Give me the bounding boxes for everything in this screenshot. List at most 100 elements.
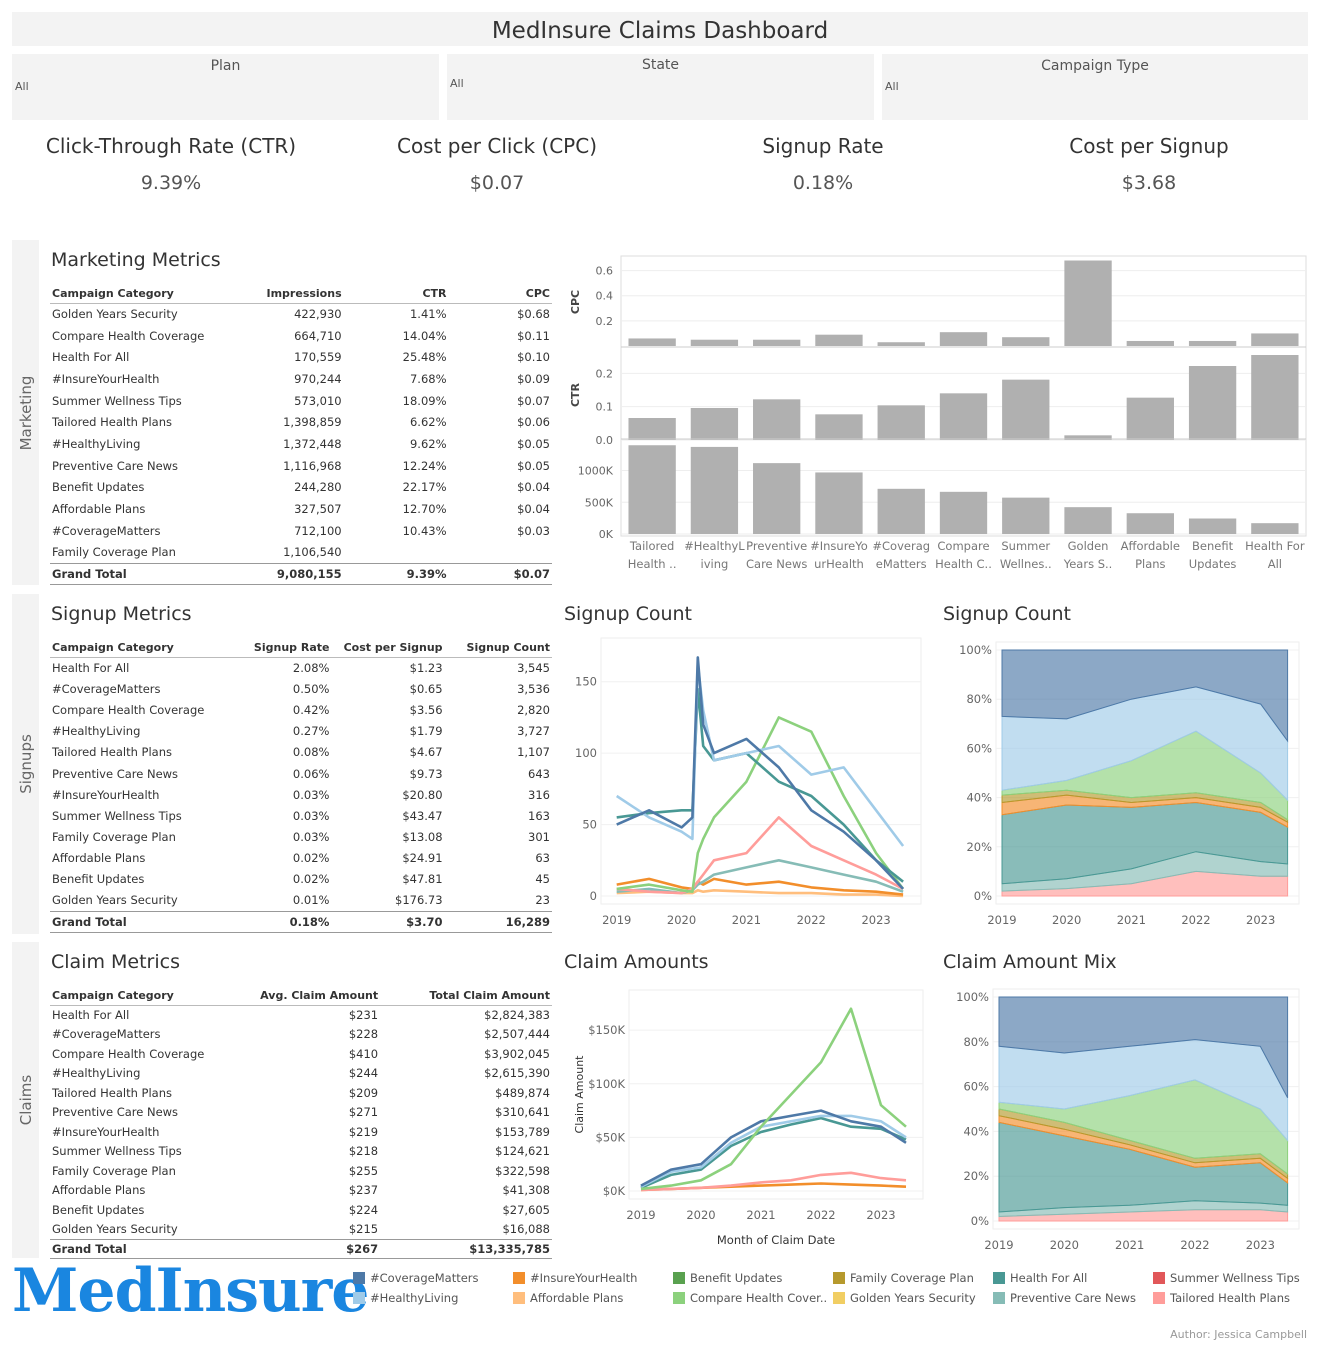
column-header[interactable]: Signup Rate (230, 639, 332, 658)
bar[interactable] (939, 332, 988, 346)
column-header[interactable]: CTR (343, 285, 449, 304)
series-line[interactable] (616, 656, 905, 890)
bar[interactable] (1002, 379, 1050, 440)
bar[interactable] (1188, 518, 1237, 534)
table-row[interactable]: Tailored Health Plans 1,398,859 6.62% $0.06 (50, 411, 552, 433)
table-row[interactable]: Summer Wellness Tips $218 $124,621 (50, 1142, 552, 1162)
bar[interactable] (877, 488, 925, 534)
legend-item[interactable]: Tailored Health Plans (1153, 1291, 1290, 1305)
bar[interactable] (690, 408, 739, 440)
table-row[interactable]: Benefit Updates 244,280 22.17% $0.04 (50, 477, 552, 499)
color-legend[interactable]: #CoverageMatters #InsureYourHealth Benefit… (353, 1271, 1309, 1315)
table-row[interactable]: Preventive Care News $271 $310,641 (50, 1103, 552, 1123)
bar[interactable] (753, 399, 801, 440)
bar[interactable] (628, 418, 676, 440)
column-header[interactable]: Campaign Category (50, 285, 237, 304)
series-line[interactable] (616, 687, 904, 883)
table-row[interactable]: Preventive Care News 1,116,968 12.24% $0.05 (50, 455, 552, 477)
column-header[interactable]: Signup Count (444, 639, 552, 658)
series-line[interactable] (640, 1116, 907, 1189)
state-filter-value[interactable]: All (450, 77, 464, 90)
bar[interactable] (877, 405, 925, 440)
legend-item[interactable]: Golden Years Security (833, 1291, 976, 1305)
table-row[interactable]: Affordable Plans $237 $41,308 (50, 1181, 552, 1201)
bar[interactable] (815, 414, 863, 440)
table-row[interactable]: #InsureYourHealth $219 $153,789 (50, 1122, 552, 1142)
legend-item[interactable]: #CoverageMatters (353, 1271, 479, 1285)
series-line[interactable] (616, 859, 904, 895)
table-row[interactable]: Affordable Plans 327,507 12.70% $0.04 (50, 498, 552, 520)
table-row[interactable]: Golden Years Security 0.01% $176.73 23 (50, 890, 552, 911)
table-row[interactable]: Compare Health Coverage $410 $3,902,045 (50, 1044, 552, 1064)
bar[interactable] (939, 393, 988, 440)
table-row[interactable]: Family Coverage Plan $255 $322,598 (50, 1161, 552, 1181)
bar[interactable] (939, 491, 988, 534)
bar[interactable] (1251, 333, 1299, 346)
bar[interactable] (753, 339, 801, 346)
table-row[interactable]: #HealthyLiving 1,372,448 9.62% $0.05 (50, 433, 552, 455)
legend-item[interactable]: Compare Health Cover.. (673, 1291, 827, 1305)
table-row[interactable]: #HealthyLiving 0.27% $1.79 3,727 (50, 721, 552, 742)
series-line[interactable] (640, 1007, 907, 1191)
table-row[interactable]: #CoverageMatters $228 $2,507,444 (50, 1025, 552, 1045)
table-row[interactable]: Summer Wellness Tips 0.03% $43.47 163 (50, 805, 552, 826)
legend-item[interactable]: Summer Wellness Tips (1153, 1271, 1300, 1285)
bar[interactable] (628, 338, 676, 346)
bar[interactable] (1251, 355, 1299, 440)
bar[interactable] (1188, 340, 1237, 346)
bar[interactable] (690, 339, 739, 346)
table-row[interactable]: Health For All $231 $2,824,383 (50, 1005, 552, 1025)
bar[interactable] (1064, 260, 1112, 346)
legend-item[interactable]: Benefit Updates (673, 1271, 782, 1285)
column-header[interactable]: Campaign Category (50, 987, 240, 1006)
bar[interactable] (877, 342, 925, 346)
table-row[interactable]: Tailored Health Plans $209 $489,874 (50, 1083, 552, 1103)
state-filter[interactable]: State All (447, 54, 874, 120)
series-line[interactable] (640, 1171, 907, 1192)
column-header[interactable]: Avg. Claim Amount (239, 987, 381, 1006)
legend-item[interactable]: Preventive Care News (993, 1291, 1136, 1305)
column-header[interactable]: CPC (448, 285, 552, 304)
table-row[interactable]: Family Coverage Plan 0.03% $13.08 301 (50, 827, 552, 848)
table-row[interactable]: Summer Wellness Tips 573,010 18.09% $0.07 (50, 390, 552, 412)
grand-total-row[interactable]: Grand Total 9,080,155 9.39% $0.07 (50, 562, 552, 586)
bar[interactable] (815, 334, 863, 346)
plan-filter[interactable]: Plan All (12, 54, 439, 120)
table-row[interactable]: Benefit Updates 0.02% $47.81 45 (50, 869, 552, 890)
legend-item[interactable]: Family Coverage Plan (833, 1271, 974, 1285)
table-row[interactable]: Preventive Care News 0.06% $9.73 643 (50, 763, 552, 784)
table-row[interactable]: Health For All 2.08% $1.23 3,545 (50, 657, 552, 678)
bar[interactable] (690, 446, 739, 534)
bar[interactable] (1126, 397, 1174, 440)
table-row[interactable]: Golden Years Security 422,930 1.41% $0.68 (50, 303, 552, 325)
bar[interactable] (1002, 497, 1050, 534)
legend-item[interactable]: Affordable Plans (513, 1291, 623, 1305)
table-row[interactable]: Compare Health Coverage 0.42% $3.56 2,820 (50, 699, 552, 720)
column-header[interactable]: Impressions (236, 285, 344, 304)
campaign-type-filter-value[interactable]: All (885, 80, 899, 93)
column-header[interactable]: Campaign Category (50, 639, 231, 658)
legend-item[interactable]: Health For All (993, 1271, 1087, 1285)
column-header[interactable]: Total Claim Amount (380, 987, 552, 1006)
bar[interactable] (1002, 337, 1050, 346)
grand-total-row[interactable]: Grand Total 0.18% $3.70 16,289 (50, 910, 552, 933)
bar[interactable] (1126, 513, 1174, 534)
table-row[interactable]: #InsureYourHealth 0.03% $20.80 316 (50, 784, 552, 805)
bar[interactable] (1251, 523, 1299, 534)
legend-item[interactable]: #HealthyLiving (353, 1291, 458, 1305)
bar[interactable] (815, 472, 863, 534)
campaign-type-filter[interactable]: Campaign Type All (882, 54, 1308, 120)
table-row[interactable]: #HealthyLiving $244 $2,615,390 (50, 1064, 552, 1084)
column-header[interactable]: Cost per Signup (331, 639, 445, 658)
bar[interactable] (1126, 340, 1174, 346)
table-row[interactable]: Golden Years Security $215 $16,088 (50, 1220, 552, 1240)
table-row[interactable]: Tailored Health Plans 0.08% $4.67 1,107 (50, 742, 552, 763)
table-row[interactable]: Family Coverage Plan 1,106,540 (50, 542, 552, 564)
table-row[interactable]: Compare Health Coverage 664,710 14.04% $0.1… (50, 325, 552, 347)
legend-item[interactable]: #InsureYourHealth (513, 1271, 637, 1285)
table-row[interactable]: Benefit Updates $224 $27,605 (50, 1200, 552, 1220)
bar[interactable] (628, 445, 676, 534)
table-row[interactable]: #CoverageMatters 712,100 10.43% $0.03 (50, 520, 552, 542)
bar[interactable] (1064, 507, 1112, 534)
bar[interactable] (753, 463, 801, 534)
